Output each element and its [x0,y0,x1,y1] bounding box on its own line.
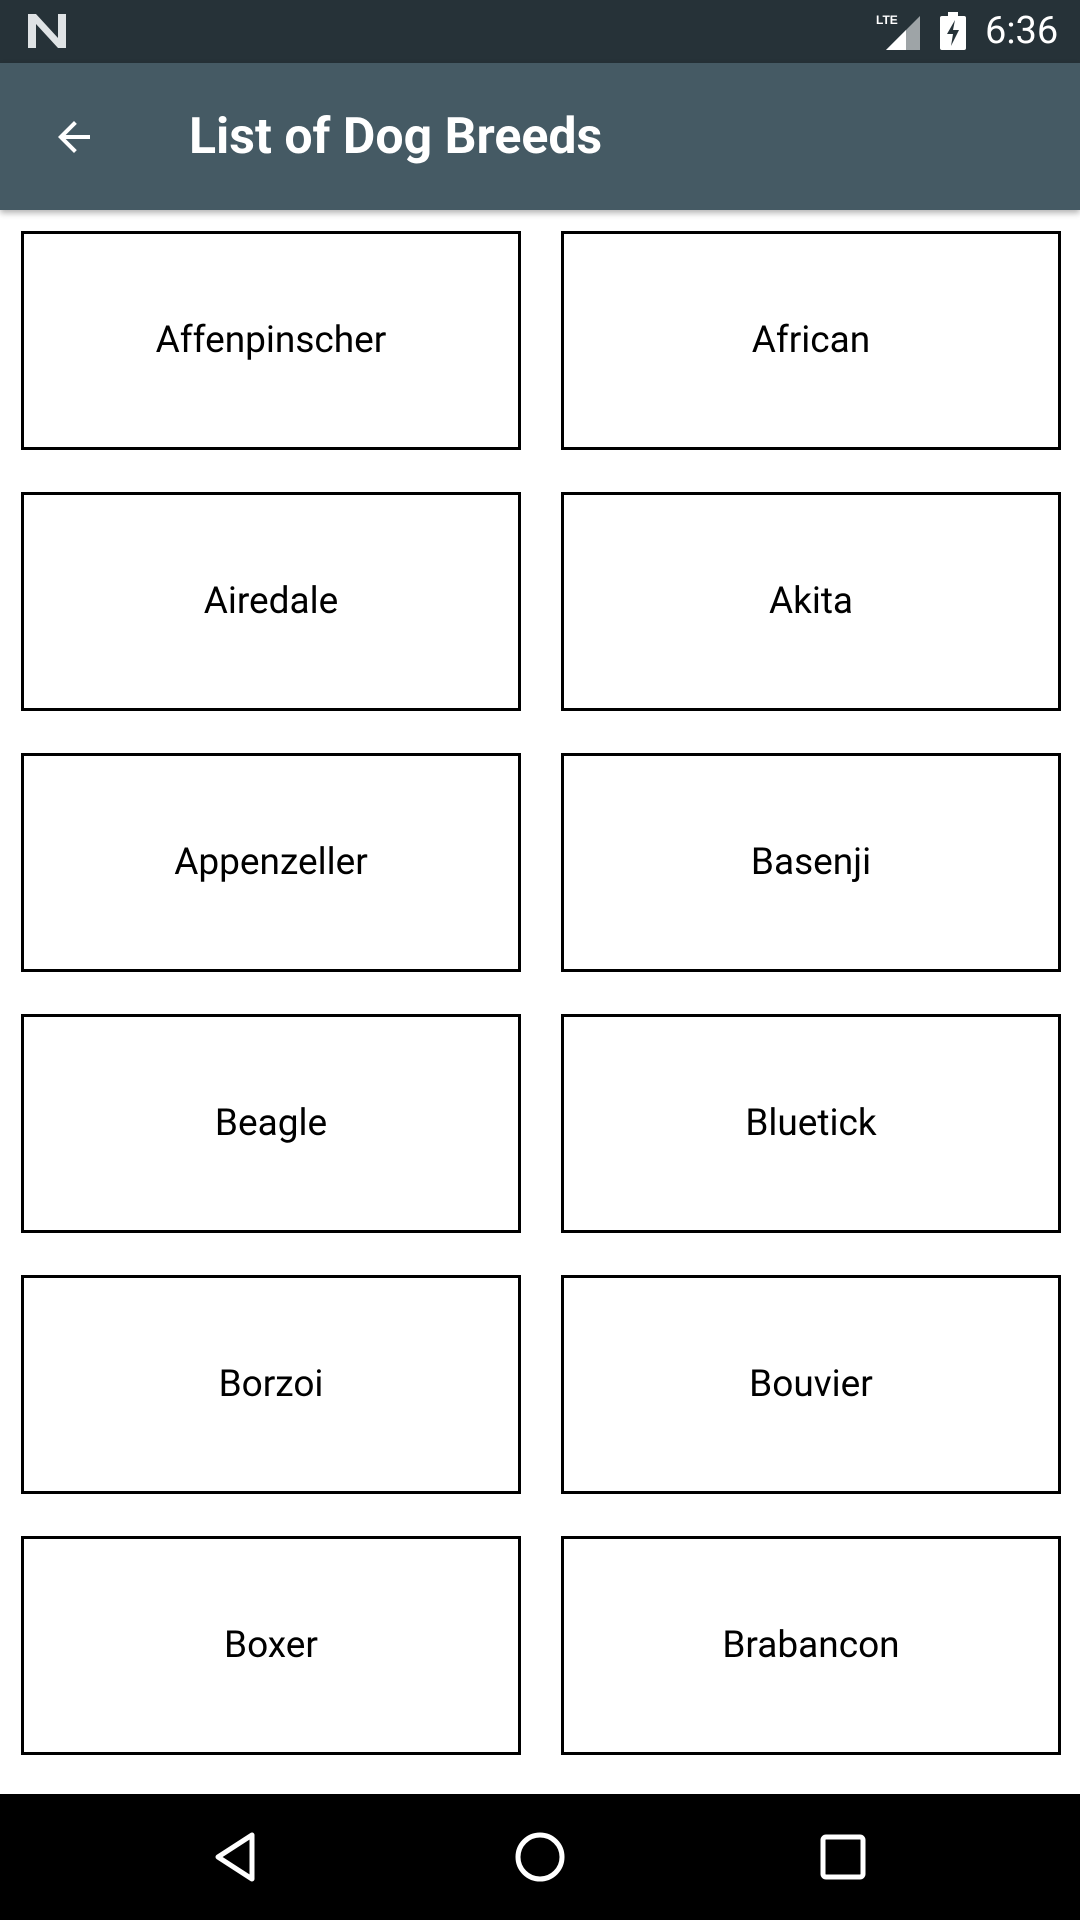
breed-label: Bluetick [745,1102,877,1145]
back-button[interactable] [36,99,112,175]
breed-card-airedale[interactable]: Airedale [21,492,521,711]
breed-label: Bouvier [749,1363,873,1406]
battery-charging-icon [940,12,966,50]
breed-card-brabancon[interactable]: Brabancon [561,1536,1061,1755]
breed-label: Akita [768,580,854,623]
breed-grid: Affenpinscher African Airedale Akita App… [0,210,1080,1794]
nav-home-button[interactable] [500,1817,580,1897]
breed-label: Affenpinscher [155,319,387,362]
breed-label: Boxer [224,1624,318,1667]
lte-signal-icon: LTE [876,13,920,50]
app-bar: List of Dog Breeds [0,63,1080,210]
breed-card-borzoi[interactable]: Borzoi [21,1275,521,1494]
svg-text:LTE: LTE [876,13,898,27]
breed-label: Airedale [203,580,339,623]
breed-label: African [751,319,871,362]
nav-recents-button[interactable] [803,1817,883,1897]
breed-card-bluetick[interactable]: Bluetick [561,1014,1061,1233]
breed-label: Brabancon [722,1624,900,1667]
breed-label: Borzoi [218,1363,324,1406]
status-bar: LTE 6:36 [0,0,1080,63]
breed-label: Appenzeller [174,841,368,884]
breed-card-boxer[interactable]: Boxer [21,1536,521,1755]
nav-home-circle-icon [515,1832,565,1882]
navigation-bar [0,1794,1080,1920]
breed-card-affenpinscher[interactable]: Affenpinscher [21,231,521,450]
breed-card-appenzeller[interactable]: Appenzeller [21,753,521,972]
status-time: 6:36 [985,9,1059,53]
breed-label: Beagle [214,1102,328,1145]
breed-card-basenji[interactable]: Basenji [561,753,1061,972]
breed-card-beagle[interactable]: Beagle [21,1014,521,1233]
breed-label: Basenji [750,841,872,884]
breed-card-bouvier[interactable]: Bouvier [561,1275,1061,1494]
breed-card-akita[interactable]: Akita [561,492,1061,711]
nav-back-triangle-icon [215,1832,255,1882]
arrow-back-icon [58,121,90,153]
nav-back-button[interactable] [196,1817,276,1897]
page-title: List of Dog Breeds [189,108,603,166]
breed-card-african[interactable]: African [561,231,1061,450]
n-notification-icon [28,14,66,48]
nav-recents-square-icon [820,1834,866,1880]
